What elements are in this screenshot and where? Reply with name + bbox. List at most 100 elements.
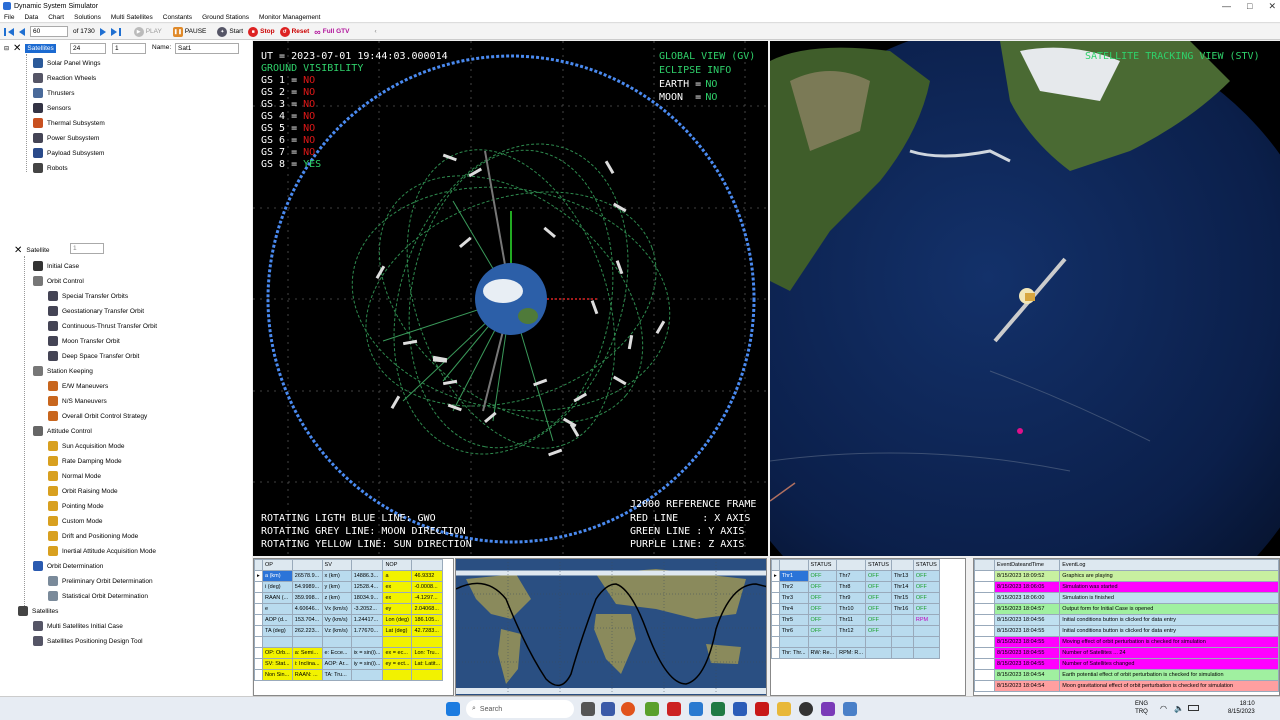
event-row[interactable]: 8/15/2023 18:06:00 Simulation is finished [974,592,1279,604]
expand-minus-icon[interactable]: ⊟ [4,45,9,52]
subsystem-payload-subsystem[interactable]: Payload Subsystem [33,148,104,158]
satellite-node[interactable]: ✕ Satellite [14,245,50,256]
volume-icon[interactable]: 🔈 [1174,704,1184,713]
minimize-icon[interactable]: — [1222,1,1231,12]
play-button[interactable]: ▶ PLAY [133,26,162,37]
satellite-count-select[interactable]: 24 [70,43,106,54]
app-icon-4[interactable] [667,702,681,716]
pause-button[interactable]: ❚❚ PAUSE [172,26,206,37]
event-row[interactable]: 8/15/2023 18:04:54 Earth potential effect… [974,669,1279,681]
menu-solutions[interactable]: Solutions [74,14,101,21]
satellite-select[interactable]: 1 [70,243,104,254]
tree-item-sun-acquisition-mode[interactable]: Sun Acquisition Mode [48,441,125,451]
clock[interactable]: 18:10 8/15/2023 [1228,700,1255,716]
tree-item-normal-mode[interactable]: Normal Mode [48,471,101,481]
app-icon-5[interactable] [689,702,703,716]
event-row[interactable]: 8/15/2023 18:06:05 Simulation was started [974,581,1279,593]
tree-group-attitude-control[interactable]: Attitude Control [33,426,92,436]
tree-item-satellites-positioning-design-tool[interactable]: Satellites Positioning Design Tool [33,636,143,646]
tree-item-pointing-mode[interactable]: Pointing Mode [48,501,104,511]
taskbar-search[interactable]: ⌕ Search [466,700,574,718]
close-icon[interactable]: ✕ [1268,1,1276,12]
menu-monitor-management[interactable]: Monitor Management [259,14,320,21]
subsystem-reaction-wheels[interactable]: Reaction Wheels [33,73,96,83]
tree-group-station-keeping[interactable]: Station Keeping [33,366,93,376]
tree-item-n-s-maneuvers[interactable]: N/S Maneuvers [48,396,107,406]
event-row[interactable]: 8/15/2023 18:04:54 Moon gravitational eff… [974,680,1279,692]
widgets-icon[interactable] [601,702,615,716]
tree-item-drift-and-positioning-mode[interactable]: Drift and Positioning Mode [48,531,138,541]
satellites-label[interactable]: Satellites [25,44,56,53]
simulator-app-icon[interactable] [843,702,857,716]
visual-studio-icon[interactable] [821,702,835,716]
tree-item-initial-case[interactable]: Initial Case [33,261,79,271]
task-view-icon[interactable] [581,702,595,716]
tree-item-preliminary-orbit-determination[interactable]: Preliminary Orbit Determination [48,576,153,586]
event-row[interactable]: 8/15/2023 18:04:57 Output form for Initia… [974,603,1279,615]
satellite-index-select[interactable]: 1 [112,43,146,54]
skip-start-button[interactable] [4,27,14,36]
tree-item-rate-damping-mode[interactable]: Rate Damping Mode [48,456,122,466]
wifi-icon[interactable]: ◠ [1160,704,1167,713]
event-row[interactable]: 8/15/2023 18:04:56 Initial conditions but… [974,614,1279,626]
event-row[interactable]: 8/15/2023 18:04:55 Moving effect of orbit… [974,636,1279,648]
app-icon-10[interactable] [799,702,813,716]
tree-item-statistical-orbit-determination[interactable]: Statistical Orbit Determination [48,591,148,601]
folder-icon[interactable] [777,702,791,716]
satellite-name-input[interactable]: Sat1 [175,43,239,54]
collapse-arrow-icon[interactable]: ‹ [374,28,376,35]
tree-item-e-w-maneuvers[interactable]: E/W Maneuvers [48,381,108,391]
windows-start-icon[interactable] [446,702,460,716]
tree-item-custom-mode[interactable]: Custom Mode [48,516,102,526]
excel-icon[interactable] [711,702,725,716]
pdf-icon[interactable] [755,702,769,716]
tree-item-orbit-raising-mode[interactable]: Orbit Raising Mode [48,486,118,496]
menu-ground-stations[interactable]: Ground Stations [202,14,249,21]
tree-item-deep-space-transfer-orbit[interactable]: Deep Space Transfer Orbit [48,351,139,361]
orbit-control-icon [33,276,43,286]
tree-item-moon-transfer-orbit[interactable]: Moon Transfer Orbit [48,336,120,346]
tree-item-geostationary-transfer-orbit[interactable]: Geostationary Transfer Orbit [48,306,144,316]
start-button[interactable]: ✦ Start [217,26,243,37]
satellites-header[interactable]: ⊟ ✕ Satellites [4,43,56,54]
menu-data[interactable]: Data [24,14,38,21]
browser-icon[interactable] [621,702,635,716]
skip-end-button[interactable] [110,27,121,36]
tree-group-orbit-control[interactable]: Orbit Control [33,276,84,286]
subsystem-thrusters[interactable]: Thrusters [33,88,74,98]
tree-group-orbit-determination[interactable]: Orbit Determination [33,561,103,571]
subsystem-sensors[interactable]: Sensors [33,103,71,113]
event-row[interactable]: 8/15/2023 18:04:55 Number of Satellites .… [974,647,1279,659]
tree-group-satellites[interactable]: Satellites [18,606,58,616]
menu-file[interactable]: File [4,14,14,21]
menu-multi-satellites[interactable]: Multi Satellites [111,14,153,21]
tree-item-inertial-attitude-acquisition-mode[interactable]: Inertial Attitude Acquisition Mode [48,546,156,556]
language-indicator[interactable]: ENG TRQ [1135,700,1148,716]
event-row[interactable]: 8/15/2023 18:04:55 Number of Satellites c… [974,658,1279,670]
event-row[interactable]: 8/15/2023 18:09:52 Graphics are playing [974,570,1279,582]
event-row[interactable]: 8/15/2023 18:04:55 Initial conditions but… [974,625,1279,637]
step-forward-button[interactable] [99,27,106,36]
subsystem-power-subsystem[interactable]: Power Subsystem [33,133,99,143]
subsystem-solar-panel-wings[interactable]: Solar Panel Wings [33,58,100,68]
stop-button[interactable]: ■ Stop [248,26,275,37]
step-back-button[interactable] [19,27,25,36]
tree-item-overall-orbit-control-strategy[interactable]: Overall Orbit Control Strategy [48,411,147,421]
full-gtv-button[interactable]: ∞ Full GTV [314,27,349,37]
menu-chart[interactable]: Chart [48,14,64,21]
global-view-panel[interactable]: UT = 2023-07-01 19:44:03.000014 GROUND V… [253,41,768,556]
subsystem-robots[interactable]: Robots [33,163,68,173]
satellite-tracking-view-panel[interactable]: SATELLITE TRACKING VIEW (STV) [770,41,1280,556]
tree-item-special-transfer-orbits[interactable]: Special Transfer Orbits [48,291,128,301]
step-input[interactable]: 60 [30,26,68,37]
tree-item-multi-satellites-initial-case[interactable]: Multi Satellites Initial Case [33,621,123,631]
maximize-icon[interactable]: □ [1247,1,1252,12]
battery-icon[interactable] [1188,705,1199,711]
subsystem-thermal-subsystem[interactable]: Thermal Subsystem [33,118,105,128]
app-icon-3[interactable] [645,702,659,716]
word-icon[interactable] [733,702,747,716]
menu-constants[interactable]: Constants [163,14,192,21]
reset-button[interactable]: ↺ Reset [279,26,309,37]
ground-track-map[interactable] [455,558,767,696]
tree-item-continuous-thrust-transfer-orbit[interactable]: Continuous-Thrust Transfer Orbit [48,321,157,331]
